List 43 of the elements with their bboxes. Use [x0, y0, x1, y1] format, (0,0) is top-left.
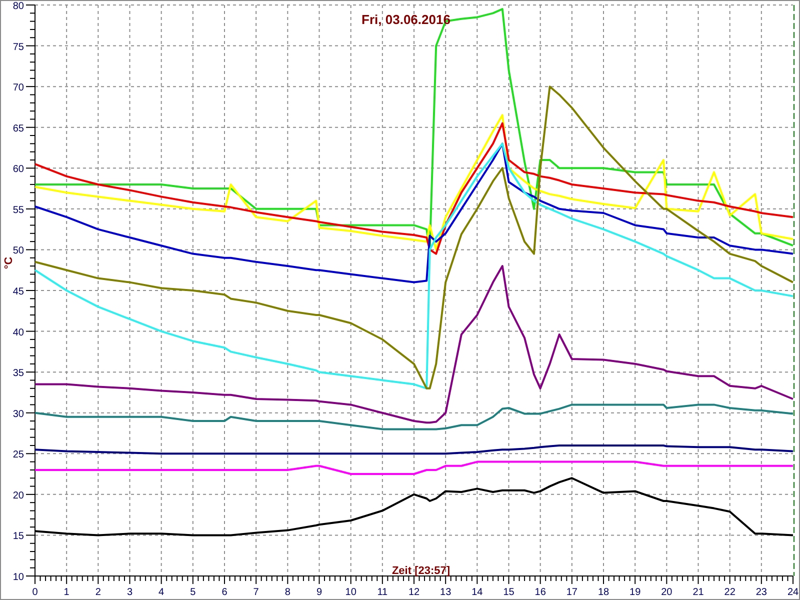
tick-label: 22 — [724, 587, 736, 598]
tick-label: 19 — [630, 587, 641, 598]
tick-label: 9 — [316, 587, 322, 598]
tick-label: 5 — [190, 587, 196, 598]
tick-label: 10 — [345, 587, 356, 598]
tick-label: 45 — [12, 286, 24, 298]
tick-label: 11 — [377, 587, 388, 598]
tick-label: 15 — [503, 587, 514, 598]
tick-label: 75 — [12, 42, 24, 53]
tick-label: 3 — [126, 587, 133, 598]
tick-label: 8 — [284, 587, 290, 598]
tick-label: 60 — [12, 164, 24, 176]
axis-title: Zeit [23:57] — [392, 565, 450, 577]
tick-label: 10 — [12, 572, 24, 583]
tick-label: 80 — [12, 1, 24, 12]
tick-label: 20 — [12, 490, 24, 502]
tick-label: 14 — [472, 587, 483, 598]
tick-label: 6 — [222, 587, 228, 598]
tick-label: 12 — [408, 587, 420, 598]
tick-label: 0 — [32, 587, 38, 598]
tick-label: 18 — [598, 587, 610, 598]
axis-title: °C — [3, 256, 15, 270]
tick-label: 55 — [12, 204, 24, 216]
tick-label: 21 — [692, 587, 704, 598]
tick-label: 1 — [64, 587, 70, 598]
tick-label: 30 — [12, 408, 24, 420]
tick-label: 35 — [12, 368, 24, 380]
tick-label: 40 — [12, 327, 24, 338]
tick-label: 65 — [12, 123, 24, 134]
chart-title: Fri, 03.06.2016 — [362, 12, 450, 27]
tick-label: 7 — [253, 587, 259, 598]
tick-label: 70 — [12, 82, 24, 94]
tick-label: 17 — [566, 587, 578, 598]
tick-label: 23 — [756, 587, 767, 598]
tick-label: 16 — [534, 587, 546, 598]
tick-label: 20 — [661, 587, 672, 598]
tick-label: 13 — [440, 587, 452, 598]
tick-label: 2 — [95, 587, 101, 598]
tick-label: 15 — [12, 531, 24, 542]
tick-label: 24 — [787, 587, 799, 598]
tick-label: 25 — [12, 450, 24, 461]
tick-label: 4 — [158, 587, 164, 598]
tick-label: 50 — [12, 246, 24, 257]
